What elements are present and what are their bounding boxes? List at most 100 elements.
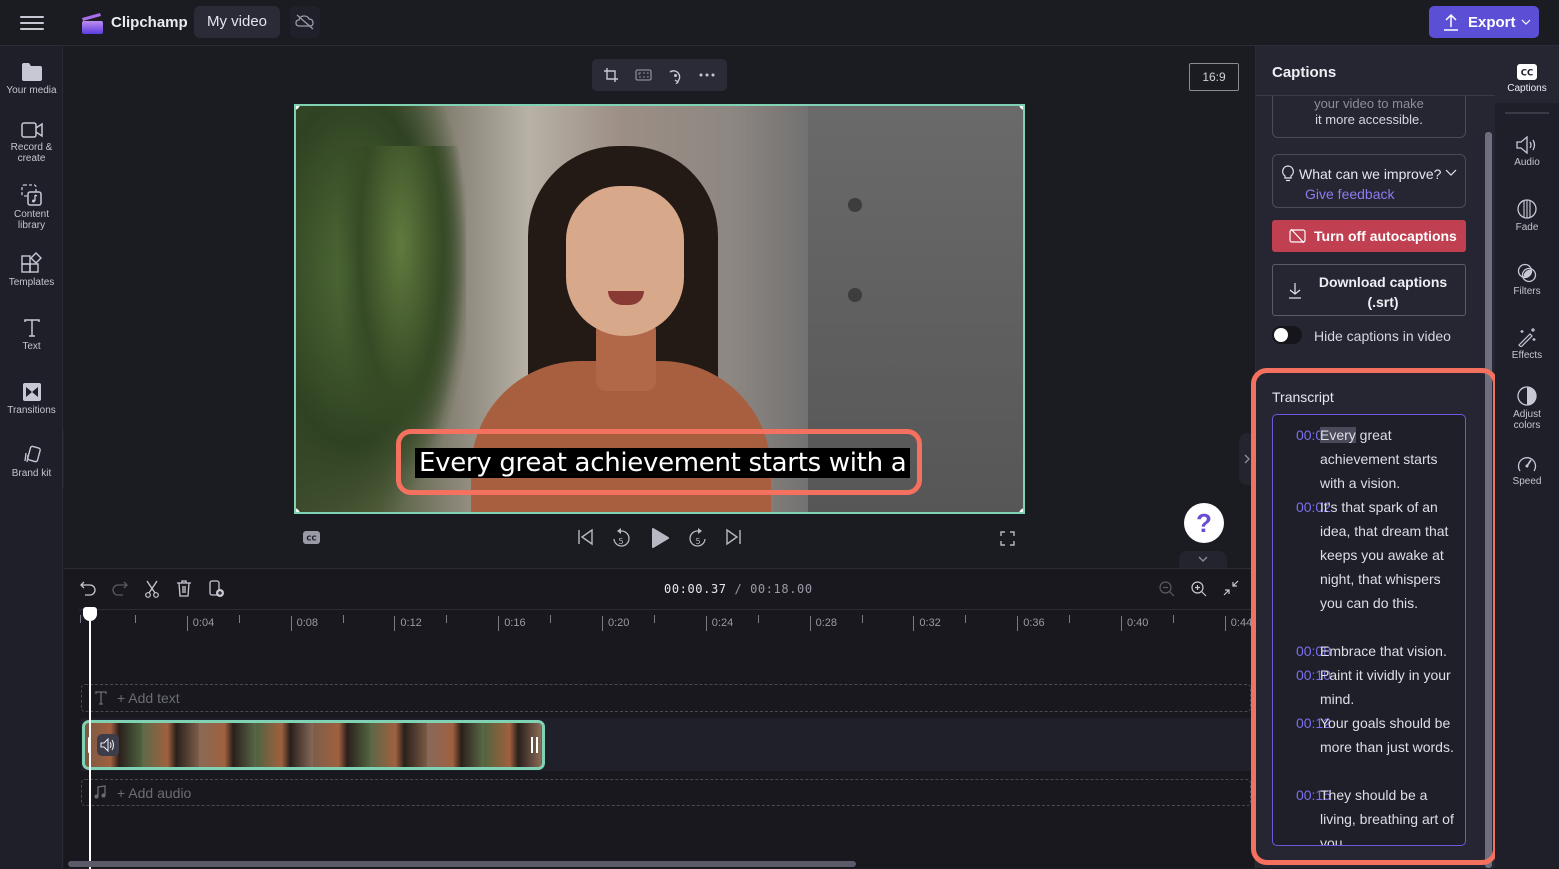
zoom-in-icon[interactable]: [1191, 581, 1207, 597]
tab-adjust-colors[interactable]: Adjust colors: [1495, 386, 1559, 431]
chevron-right-icon: [1244, 454, 1250, 464]
ruler-minor-tick: [238, 615, 240, 623]
tab-fade[interactable]: Fade: [1495, 199, 1559, 233]
caption-highlight-outline: [396, 429, 922, 495]
ruler-tick-label: 0:36: [1017, 616, 1045, 631]
rotate-icon[interactable]: [667, 67, 684, 84]
skip-forward-icon[interactable]: [725, 528, 742, 546]
crop-icon[interactable]: [603, 67, 619, 83]
sidebar-item-content-library[interactable]: Content library: [0, 184, 63, 231]
ruler-tick-label: 0:12: [394, 616, 422, 631]
ruler-tick-label: 0:40: [1121, 616, 1148, 631]
resize-handle[interactable]: [1019, 508, 1023, 512]
plant-leaves: [336, 146, 466, 476]
undo-icon[interactable]: [80, 580, 96, 596]
divider: [1505, 112, 1549, 114]
sidebar-item-transitions[interactable]: Transitions: [0, 382, 63, 416]
feedback-card[interactable]: What can we improve? Give feedback: [1272, 154, 1466, 208]
tab-speed[interactable]: Speed: [1495, 455, 1559, 487]
duplicate-icon[interactable]: [208, 580, 225, 598]
camera-icon: [20, 122, 43, 138]
sidebar-item-brand-kit[interactable]: Brand kit: [0, 445, 63, 479]
text-track[interactable]: + Add text: [81, 684, 1251, 712]
ruler-minor-tick: [80, 615, 81, 623]
clip-thumbnail: [142, 723, 199, 767]
ruler-minor-tick: [757, 615, 759, 623]
top-bar: Clipchamp My video Export: [0, 0, 1559, 46]
ruler-minor-tick: [446, 615, 448, 623]
svg-text:5: 5: [618, 537, 623, 546]
give-feedback-link[interactable]: Give feedback: [1305, 186, 1395, 202]
brand-kit-icon: [23, 445, 41, 463]
video-toolbar: [592, 59, 727, 91]
fullscreen-icon[interactable]: [1000, 531, 1015, 546]
ruler-minor-tick: [965, 615, 967, 623]
download-captions-button[interactable]: Download captions (.srt): [1272, 264, 1466, 316]
project-title[interactable]: My video: [194, 6, 280, 38]
add-audio-label[interactable]: + Add audio: [117, 785, 191, 801]
timeline-scrollbar[interactable]: [68, 861, 856, 867]
turn-off-autocaptions-button[interactable]: Turn off autocaptions: [1272, 220, 1466, 252]
panel-title: Captions: [1272, 64, 1337, 81]
clip-volume-button[interactable]: [97, 734, 119, 756]
delete-icon[interactable]: [176, 580, 192, 597]
cloud-offline-icon[interactable]: [290, 6, 320, 38]
hide-captions-label: Hide captions in video: [1314, 328, 1451, 344]
sidebar-item-record-create[interactable]: Record & create: [0, 121, 63, 164]
timeline: 00:00.37 / 00:18.00 0:04 0:08 0:12 0:16 0:20…: [64, 568, 1254, 869]
svg-text:5: 5: [695, 537, 700, 546]
tab-captions[interactable]: CC Captions: [1495, 64, 1559, 94]
more-icon[interactable]: [699, 73, 715, 77]
chevron-down-icon[interactable]: [1445, 169, 1457, 177]
forward-5-icon[interactable]: 5: [688, 527, 708, 549]
video-clip[interactable]: [82, 720, 545, 770]
left-sidebar: Your media Record & create Content libra…: [0, 46, 63, 868]
music-note-icon: [94, 785, 106, 799]
playhead[interactable]: [89, 609, 91, 869]
tab-audio[interactable]: Audio: [1495, 136, 1559, 168]
wall-bolt: [848, 288, 862, 302]
fit-timeline-icon[interactable]: [1223, 580, 1239, 596]
play-icon[interactable]: [650, 528, 670, 548]
add-text-label[interactable]: + Add text: [117, 690, 180, 706]
tab-filters[interactable]: Filters: [1495, 263, 1559, 297]
filters-icon: [1517, 263, 1537, 283]
folder-icon: [21, 63, 42, 81]
aspect-ratio-button[interactable]: 16:9: [1189, 63, 1239, 91]
content-library-icon: [20, 184, 42, 206]
scissors-icon[interactable]: [144, 580, 160, 598]
redo-icon[interactable]: [112, 580, 128, 596]
collapse-preview-button[interactable]: [1179, 551, 1227, 568]
ruler-minor-tick: [342, 615, 344, 623]
audio-track[interactable]: + Add audio: [81, 779, 1251, 806]
chevron-down-icon: [1198, 556, 1208, 562]
tab-effects[interactable]: Effects: [1495, 327, 1559, 361]
help-button[interactable]: ?: [1184, 503, 1224, 543]
ruler-minor-tick: [550, 615, 552, 623]
feedback-question: What can we improve?: [1299, 166, 1442, 182]
time-readout: 00:00.37 / 00:18.00: [664, 582, 813, 596]
hide-captions-toggle[interactable]: [1272, 326, 1302, 344]
zoom-out-icon[interactable]: [1159, 581, 1175, 597]
ruler-minor-tick: [1172, 615, 1174, 623]
speed-icon: [1517, 457, 1537, 472]
templates-icon: [20, 252, 42, 273]
ruler-tick-label: 0:44: [1224, 616, 1252, 631]
export-button[interactable]: Export: [1429, 6, 1539, 38]
sidebar-item-your-media[interactable]: Your media: [0, 62, 63, 96]
playhead-handle[interactable]: [83, 607, 97, 621]
sidebar-item-templates[interactable]: Templates: [0, 252, 63, 288]
hamburger-menu-icon[interactable]: [20, 13, 44, 33]
captions-icon: CC: [1517, 64, 1537, 80]
person-face: [566, 186, 684, 336]
trim-handle-right[interactable]: [531, 737, 538, 753]
skip-back-icon[interactable]: [577, 528, 594, 546]
fit-icon[interactable]: [635, 67, 652, 83]
clipchamp-logo-icon: [82, 13, 103, 34]
rewind-5-icon[interactable]: 5: [611, 527, 631, 549]
export-label: Export: [1468, 14, 1516, 31]
captions-toggle-icon[interactable]: CC: [303, 531, 320, 544]
timeline-ruler[interactable]: 0:04 0:08 0:12 0:16 0:20 0:24 0:28 0:32 0:36 0:40…: [79, 609, 1254, 633]
clip-thumbnail: [427, 723, 484, 767]
sidebar-item-text[interactable]: Text: [0, 318, 63, 352]
